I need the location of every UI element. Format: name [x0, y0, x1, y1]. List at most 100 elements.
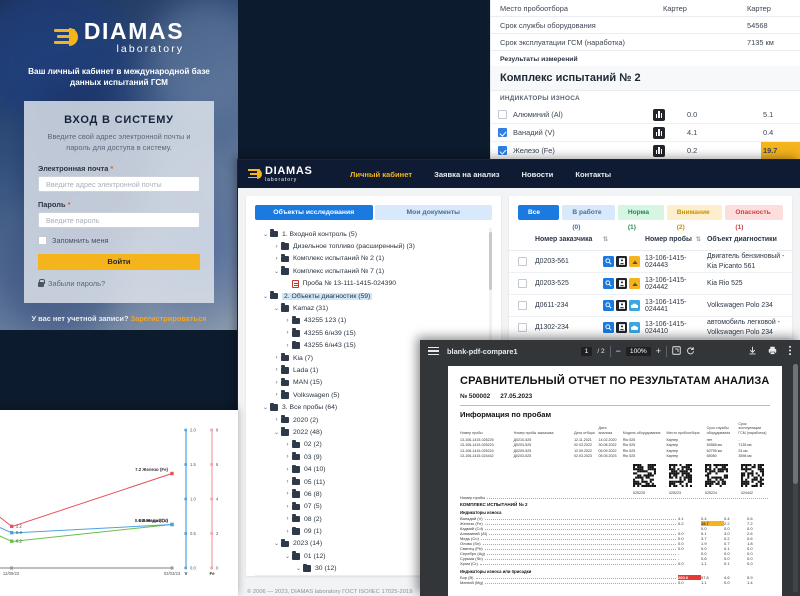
register-link[interactable]: Зарегистрироваться: [131, 314, 207, 323]
chart-icon[interactable]: [653, 144, 665, 157]
chart-icon[interactable]: [653, 108, 665, 121]
chevron-icon[interactable]: ⌄: [272, 429, 281, 436]
chevron-icon[interactable]: ›: [283, 467, 292, 473]
folder-icon: [281, 539, 289, 548]
chevron-icon[interactable]: ⌄: [261, 231, 270, 238]
sidebar-toggle-icon[interactable]: [428, 346, 439, 356]
filter-chip-0[interactable]: Все (59): [518, 205, 560, 231]
chevron-icon[interactable]: ⌄: [272, 305, 281, 312]
document-icon[interactable]: [616, 322, 627, 333]
remember-me-checkbox[interactable]: [38, 235, 47, 245]
remember-me-row[interactable]: Запомнить меня: [38, 235, 200, 245]
document-icon[interactable]: [616, 300, 627, 311]
app-logo[interactable]: DIAMAS laboratory: [248, 165, 330, 183]
row-checkbox[interactable]: [518, 301, 527, 310]
chart-icon[interactable]: [653, 126, 665, 139]
svg-text:Fe: Fe: [209, 571, 215, 576]
pdf-indicator-value: 1.1: [701, 579, 707, 585]
status-badge[interactable]: [629, 256, 640, 267]
tree-node[interactable]: › Комплекс испытаний № 2 (1): [255, 253, 492, 265]
tree-node[interactable]: ⌄ 2. Объекты диагностик (59): [255, 290, 492, 302]
chevron-icon[interactable]: ›: [283, 491, 292, 497]
chevron-icon[interactable]: ⌄: [294, 565, 303, 572]
table-row[interactable]: Д0203-525 13-106-1415-024442 Kia Rio 525: [509, 273, 792, 295]
chevron-icon[interactable]: ›: [272, 367, 281, 373]
indicator-checkbox[interactable]: [497, 110, 507, 119]
tree-node[interactable]: › Дизельное топливо (расширенный) (3): [255, 240, 492, 252]
zoom-level-label[interactable]: 100%: [625, 346, 651, 356]
nav-item-0[interactable]: Личный кабинет: [350, 170, 412, 179]
pdf-toolbar: blank-pdf-compare1 1 / 2 − 100% +: [420, 340, 800, 362]
chevron-icon[interactable]: ›: [283, 529, 292, 535]
table-row[interactable]: Д0611-234 13-106-1415-024441 Volkswagen Po…: [509, 295, 792, 317]
panel-tab-0[interactable]: Объекты исследования: [255, 205, 373, 220]
chevron-icon[interactable]: ›: [283, 442, 292, 448]
nav-item-2[interactable]: Новости: [522, 170, 554, 179]
zoom-in-button[interactable]: +: [656, 346, 661, 356]
rotate-icon[interactable]: [686, 346, 695, 357]
chevron-icon[interactable]: ›: [283, 454, 292, 460]
tree-node[interactable]: › 43255 6/н39 (15): [255, 327, 492, 339]
more-options-icon[interactable]: [788, 345, 792, 358]
tree-node[interactable]: › 43255 123 (1): [255, 315, 492, 327]
document-icon[interactable]: [616, 278, 627, 289]
tree-node[interactable]: ⌄ Комплекс испытаний № 7 (1): [255, 265, 492, 277]
page-number-input[interactable]: 1: [580, 346, 593, 356]
column-sort-customer[interactable]: ⇅: [603, 236, 645, 243]
sort-icon[interactable]: ⇅: [696, 236, 701, 243]
panel-tab-1[interactable]: Мои документы: [374, 205, 492, 220]
chevron-icon[interactable]: ›: [283, 318, 292, 324]
nav-item-1[interactable]: Заявка на анализ: [434, 170, 499, 179]
table-row[interactable]: Д1302-234 13-106-1415-024410 автомобиль ле…: [509, 317, 792, 339]
search-icon[interactable]: [603, 278, 614, 289]
chevron-icon[interactable]: ›: [272, 256, 281, 262]
email-field[interactable]: Введите адрес электронной почты: [38, 175, 200, 192]
chevron-icon[interactable]: ›: [272, 244, 281, 250]
lock-icon: [38, 279, 45, 287]
tree-node[interactable]: ⌄ Kamaz (31): [255, 302, 492, 314]
status-badge[interactable]: [629, 278, 640, 289]
search-icon[interactable]: [603, 300, 614, 311]
filter-chip-4[interactable]: Опасность (1): [725, 205, 783, 231]
tree-node[interactable]: ⌄ 1. Входной контроль (5): [255, 228, 492, 240]
filter-chip-3[interactable]: Внимание (2): [666, 205, 723, 231]
forgot-password-link[interactable]: Забыли пароль?: [38, 279, 200, 288]
chevron-icon[interactable]: ⌄: [272, 268, 281, 275]
pdf-scrollbar[interactable]: [793, 364, 798, 592]
download-icon[interactable]: [748, 346, 757, 357]
status-badge[interactable]: [629, 322, 640, 333]
chevron-icon[interactable]: ›: [272, 355, 281, 361]
chevron-icon[interactable]: ›: [283, 343, 292, 349]
chevron-icon[interactable]: ›: [272, 392, 281, 398]
chevron-icon[interactable]: ›: [272, 417, 281, 423]
chevron-icon[interactable]: ⌄: [272, 540, 281, 547]
nav-item-3[interactable]: Контакты: [575, 170, 611, 179]
pdf-indicator-value: 0.0: [747, 560, 753, 566]
chevron-icon[interactable]: ›: [283, 504, 292, 510]
print-icon[interactable]: [768, 346, 777, 357]
zoom-out-button[interactable]: −: [616, 346, 621, 356]
chevron-icon[interactable]: ›: [283, 516, 292, 522]
status-badge[interactable]: [629, 300, 640, 311]
indicator-checkbox[interactable]: [497, 128, 507, 137]
chevron-icon[interactable]: ⌄: [283, 553, 292, 560]
chevron-icon[interactable]: ›: [283, 330, 292, 336]
indicator-checkbox[interactable]: [497, 146, 507, 155]
password-field[interactable]: Введите пароль: [38, 211, 200, 228]
tree-node[interactable]: Проба № 13-111-1415-024390: [255, 278, 492, 290]
fit-page-icon[interactable]: [672, 345, 681, 357]
row-checkbox[interactable]: [518, 279, 527, 288]
filter-chip-2[interactable]: Норма (1): [617, 205, 664, 231]
chevron-icon[interactable]: ›: [272, 380, 281, 386]
login-button[interactable]: Войти: [38, 253, 200, 270]
chevron-icon[interactable]: ⌄: [261, 404, 270, 411]
row-checkbox[interactable]: [518, 323, 527, 332]
chevron-icon[interactable]: ⌄: [261, 293, 270, 300]
table-row[interactable]: Д0203-561 13-106-1415-024443 Двигатель бен…: [509, 251, 792, 273]
search-icon[interactable]: [603, 322, 614, 333]
chevron-icon[interactable]: ›: [283, 479, 292, 485]
document-icon[interactable]: [616, 256, 627, 267]
search-icon[interactable]: [603, 256, 614, 267]
row-checkbox[interactable]: [518, 257, 527, 266]
filter-chip-1[interactable]: В работе (0): [562, 205, 615, 231]
